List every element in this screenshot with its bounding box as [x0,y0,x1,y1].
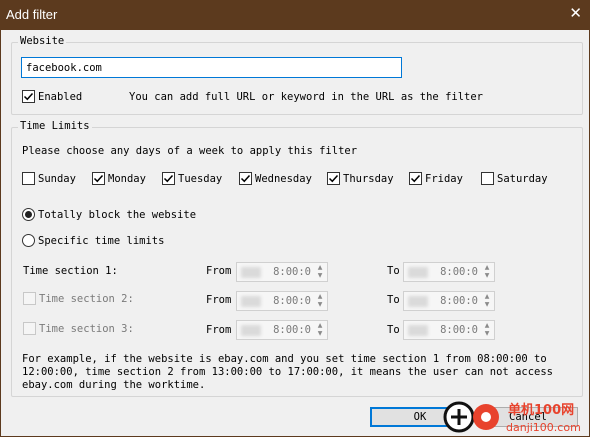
close-icon[interactable]: ✕ [569,4,582,22]
example-line-3: ebay.com during the worktime. [22,379,206,391]
radio-specific-time[interactable]: Specific time limits [22,234,164,247]
sunday-checkbox-box[interactable] [22,172,35,185]
spin-down-icon[interactable]: ▼ [314,272,326,280]
time-value: 8:00:0 [273,295,311,307]
blurred-ampm [408,296,428,307]
section-3-to-label: To [387,324,400,336]
section-1-to-time[interactable]: 8:00:0 ▲ ▼ [403,262,495,282]
website-legend: Website [18,35,67,47]
time-section-1-label: Time section 1: [23,265,118,277]
blurred-ampm [408,325,428,336]
radio-specific-label: Specific time limits [38,234,165,247]
monday-checkbox-box[interactable] [92,172,105,185]
day-checkbox-thursday[interactable]: Thursday [327,172,394,185]
day-label: Wednesday [255,172,312,185]
day-label: Monday [108,172,146,185]
website-group: Website [11,35,583,115]
section-1-to-label: To [387,265,400,277]
friday-checkbox-box[interactable] [409,172,422,185]
time-section-3-label: Time section 3: [39,322,134,335]
spin-down-icon[interactable]: ▼ [314,301,326,309]
radio-totally-block[interactable]: Totally block the website [22,208,196,221]
day-label: Thursday [343,172,394,185]
section-2-to-time[interactable]: 8:00:0 ▲ ▼ [403,291,495,311]
radio-block-circle[interactable] [22,208,35,221]
spin-down-icon[interactable]: ▼ [481,272,493,280]
enabled-checkbox[interactable]: Enabled [22,90,82,103]
saturday-checkbox-box[interactable] [481,172,494,185]
day-label: Saturday [497,172,548,185]
time-section-2-label: Time section 2: [39,292,134,305]
watermark-line-1: 单机100网 [508,402,574,418]
section-3-to-time[interactable]: 8:00:0 ▲ ▼ [403,320,495,340]
section-1-from-label: From [206,265,232,277]
section-2-from-time[interactable]: 8:00:0 ▲ ▼ [236,291,328,311]
section-2-checkbox-box[interactable] [23,292,36,305]
tuesday-checkbox-box[interactable] [162,172,175,185]
watermark-line-2: danji100.com [506,421,581,434]
spin-up-icon[interactable]: ▲ [481,264,493,272]
blurred-ampm [241,325,261,336]
time-limits-legend: Time Limits [18,120,92,132]
radio-block-label: Totally block the website [38,208,197,221]
days-prompt: Please choose any days of a week to appl… [22,145,358,157]
time-value: 8:00:0 [273,324,311,336]
time-value: 8:00:0 [440,295,478,307]
time-section-2-checkbox[interactable]: Time section 2: [23,292,134,305]
time-value: 8:00:0 [440,266,478,278]
day-label: Friday [425,172,463,185]
day-checkbox-tuesday[interactable]: Tuesday [162,172,222,185]
section-2-to-label: To [387,294,400,306]
example-line-2: 12:00:00, time section 2 from 13:00:00 t… [22,366,554,378]
wednesday-checkbox-box[interactable] [239,172,252,185]
watermark: 单机100网 danji100.com [442,398,590,437]
website-hint: You can add full URL or keyword in the U… [129,91,484,103]
ok-label: OK [413,411,427,423]
section-3-from-time[interactable]: 8:00:0 ▲ ▼ [236,320,328,340]
spin-up-icon[interactable]: ▲ [481,322,493,330]
day-checkbox-friday[interactable]: Friday [409,172,463,185]
enabled-checkbox-box[interactable] [22,90,35,103]
blurred-ampm [241,296,261,307]
day-label: Sunday [38,172,76,185]
blurred-ampm [241,267,261,278]
blurred-ampm [408,267,428,278]
day-label: Tuesday [178,172,223,185]
section-1-from-time[interactable]: 8:00:0 ▲ ▼ [236,262,328,282]
thursday-checkbox-box[interactable] [327,172,340,185]
time-value: 8:00:0 [440,324,478,336]
spin-down-icon[interactable]: ▼ [481,330,493,338]
spin-up-icon[interactable]: ▲ [481,293,493,301]
spin-down-icon[interactable]: ▼ [481,301,493,309]
enabled-label: Enabled [38,90,83,103]
example-line-1: For example, if the website is ebay.com … [22,353,547,365]
time-section-3-checkbox[interactable]: Time section 3: [23,322,134,335]
spin-up-icon[interactable]: ▲ [314,264,326,272]
section-3-from-label: From [206,324,232,336]
radio-specific-circle[interactable] [22,234,35,247]
time-value: 8:00:0 [273,266,311,278]
watermark-logo-icon: 单机100网 danji100.com [443,401,581,434]
title-bar: Add filter ✕ [0,0,590,30]
url-input[interactable] [21,57,402,78]
spin-up-icon[interactable]: ▲ [314,293,326,301]
section-3-checkbox-box[interactable] [23,322,36,335]
day-checkbox-saturday[interactable]: Saturday [481,172,548,185]
day-checkbox-monday[interactable]: Monday [92,172,146,185]
window-title: Add filter [6,7,58,22]
day-checkbox-sunday[interactable]: Sunday [22,172,76,185]
section-2-from-label: From [206,294,232,306]
spin-up-icon[interactable]: ▲ [314,322,326,330]
spin-down-icon[interactable]: ▼ [314,330,326,338]
day-checkbox-wednesday[interactable]: Wednesday [239,172,312,185]
